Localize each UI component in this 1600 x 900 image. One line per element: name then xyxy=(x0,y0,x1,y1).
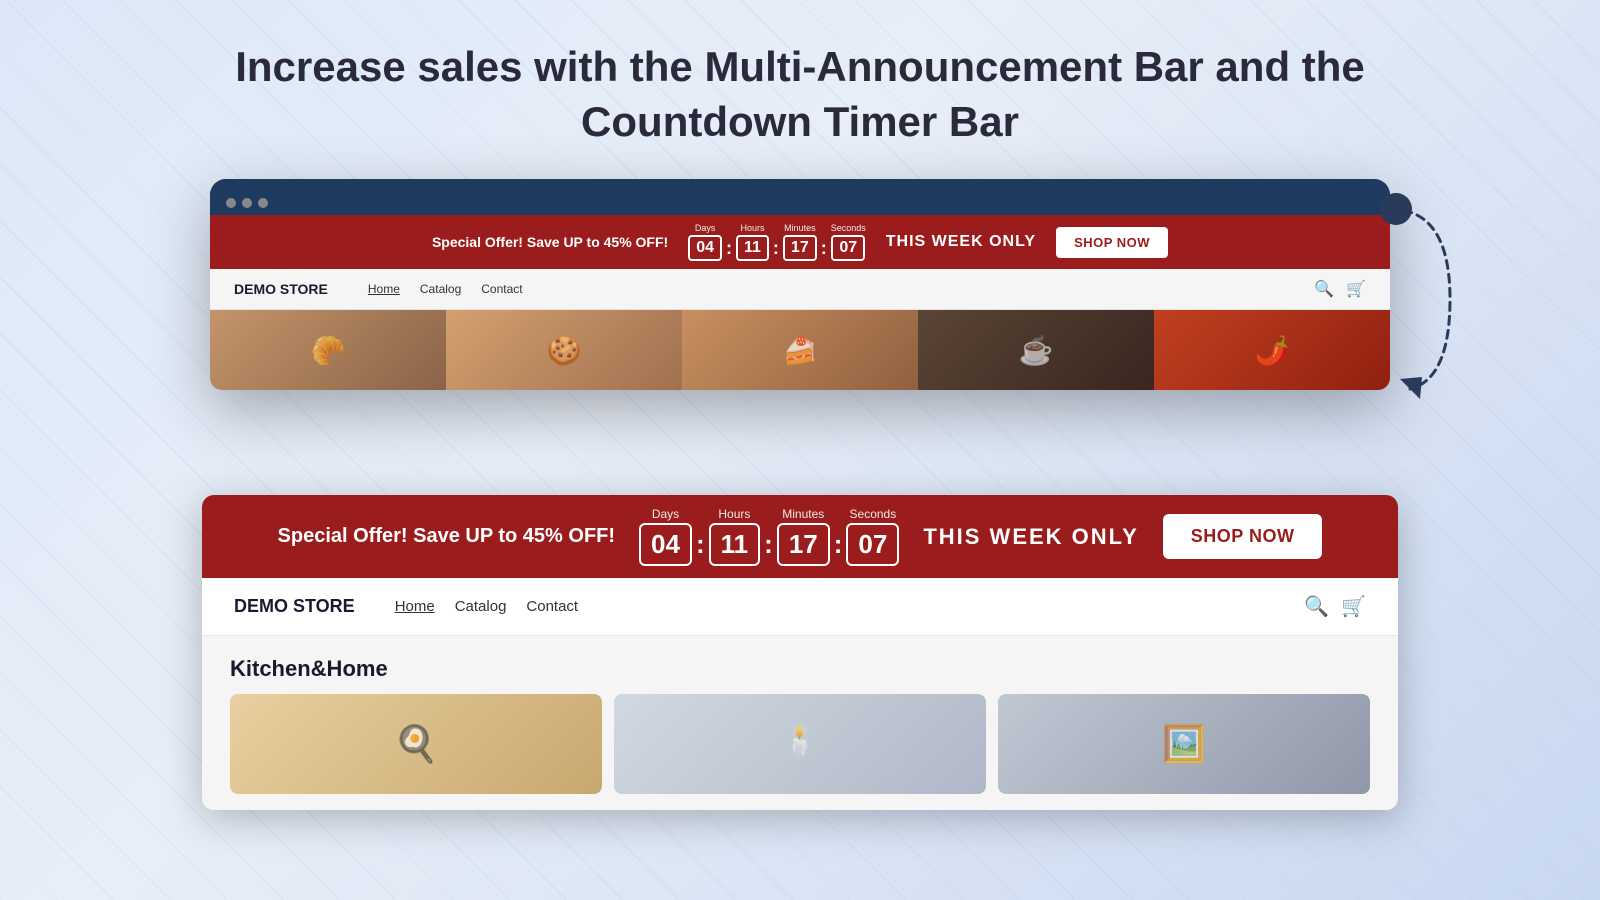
hours-label-small: Hours xyxy=(740,223,764,233)
product-card-2: 🕯️ xyxy=(614,694,986,794)
store-name-small: DEMO STORE xyxy=(234,281,328,297)
nav-icons-small: 🔍 🛒 xyxy=(1314,279,1366,299)
week-only-large: THIS WEEK ONLY xyxy=(923,524,1138,550)
days-label-large: Days xyxy=(652,507,679,521)
food-emoji-2: 🍪 xyxy=(547,334,582,367)
days-unit-large: Days 04 xyxy=(639,507,692,566)
title-bold: Increase sales xyxy=(235,43,522,90)
food-item-4: ☕ xyxy=(918,310,1154,390)
cart-icon-large[interactable]: 🛒 xyxy=(1341,594,1366,619)
nav-link-home-large[interactable]: Home xyxy=(395,598,435,615)
food-strip: 🥐 🍪 🍰 ☕ 🌶️ xyxy=(210,310,1390,390)
seconds-unit-large: Seconds 07 xyxy=(846,507,899,566)
announcement-bar-large: Special Offer! Save UP to 45% OFF! Days … xyxy=(202,495,1398,578)
food-item-1: 🥐 xyxy=(210,310,446,390)
announcement-bar-small: Special Offer! Save UP to 45% OFF! Days … xyxy=(210,215,1390,269)
food-emoji-4: ☕ xyxy=(1019,334,1054,367)
nav-links-small: Home Catalog Contact xyxy=(368,282,1290,296)
nav-link-home-small[interactable]: Home xyxy=(368,282,400,296)
product-grid: 🍳 🕯️ 🖼️ xyxy=(230,694,1370,794)
week-only-small: THIS WEEK ONLY xyxy=(886,233,1036,251)
countdown-large: Days 04 : Hours 11 : Minutes 17 : xyxy=(639,507,899,566)
minutes-unit-small: Minutes 17 xyxy=(783,223,817,261)
cart-icon-small[interactable]: 🛒 xyxy=(1346,279,1366,299)
minutes-value-large: 17 xyxy=(777,523,830,566)
food-item-2: 🍪 xyxy=(446,310,682,390)
product-emoji-3: 🖼️ xyxy=(1162,723,1207,765)
shop-now-button-large[interactable]: SHOP NOW xyxy=(1163,514,1323,559)
dashed-arrow xyxy=(1370,199,1470,399)
product-card-1: 🍳 xyxy=(230,694,602,794)
nav-link-contact-large[interactable]: Contact xyxy=(526,598,578,615)
minutes-label-large: Minutes xyxy=(782,507,824,521)
hours-value-large: 11 xyxy=(709,523,761,566)
days-value-large: 04 xyxy=(639,523,692,566)
offer-text-small: Special Offer! Save UP to 45% OFF! xyxy=(432,234,668,250)
countdown-small: Days 04 : Hours 11 : Minutes 17 xyxy=(688,223,866,261)
nav-bar-large: DEMO STORE Home Catalog Contact 🔍 🛒 xyxy=(202,578,1398,636)
food-emoji-1: 🥐 xyxy=(311,334,346,367)
minutes-value-small: 17 xyxy=(783,235,817,261)
page-title: Increase sales with the Multi-Announceme… xyxy=(155,0,1445,179)
hours-unit-small: Hours 11 xyxy=(736,223,769,261)
food-item-3: 🍰 xyxy=(682,310,918,390)
browser-content: Special Offer! Save UP to 45% OFF! Days … xyxy=(210,215,1390,390)
seconds-value-large: 07 xyxy=(846,523,899,566)
search-icon-large[interactable]: 🔍 xyxy=(1304,594,1329,619)
seconds-unit-small: Seconds 07 xyxy=(831,223,866,261)
offer-text-large: Special Offer! Save UP to 45% OFF! xyxy=(278,525,616,548)
nav-links-large: Home Catalog Contact xyxy=(395,598,1281,615)
mockup-wrapper: Special Offer! Save UP to 45% OFF! Days … xyxy=(210,179,1390,390)
sep1-large: : xyxy=(696,529,705,560)
nav-bar-small: DEMO STORE Home Catalog Contact 🔍 🛒 xyxy=(210,269,1390,310)
product-emoji-1: 🍳 xyxy=(394,723,439,765)
search-icon-small[interactable]: 🔍 xyxy=(1314,279,1334,299)
hours-value-small: 11 xyxy=(736,235,769,261)
minutes-label-small: Minutes xyxy=(784,223,816,233)
food-emoji-5: 🌶️ xyxy=(1255,334,1290,367)
days-unit-small: Days 04 xyxy=(688,223,722,261)
days-label-small: Days xyxy=(695,223,716,233)
nav-icons-large: 🔍 🛒 xyxy=(1304,594,1366,619)
title-rest: with the Multi-Announcement Bar and the xyxy=(522,43,1364,90)
nav-link-catalog-small[interactable]: Catalog xyxy=(420,282,461,296)
kitchen-title: Kitchen&Home xyxy=(230,656,1370,682)
food-emoji-3: 🍰 xyxy=(783,334,818,367)
seconds-label-large: Seconds xyxy=(850,507,897,521)
seconds-value-small: 07 xyxy=(831,235,865,261)
browser-dot-2 xyxy=(242,198,252,208)
circle-dot xyxy=(1380,193,1412,225)
hours-label-large: Hours xyxy=(718,507,750,521)
sep2-large: : xyxy=(764,529,773,560)
kitchen-section: Kitchen&Home 🍳 🕯️ 🖼️ xyxy=(202,636,1398,810)
title-line2: Countdown Timer Bar xyxy=(581,98,1019,145)
product-card-3: 🖼️ xyxy=(998,694,1370,794)
minutes-unit-large: Minutes 17 xyxy=(777,507,830,566)
seconds-label-small: Seconds xyxy=(831,223,866,233)
popup-overlay: Special Offer! Save UP to 45% OFF! Days … xyxy=(202,495,1398,810)
browser-dot-3 xyxy=(258,198,268,208)
product-emoji-2: 🕯️ xyxy=(778,723,823,765)
sep2-small: : xyxy=(773,238,779,259)
nav-link-catalog-large[interactable]: Catalog xyxy=(455,598,507,615)
sep3-small: : xyxy=(821,238,827,259)
sep1-small: : xyxy=(726,238,732,259)
sep3-large: : xyxy=(834,529,843,560)
shop-now-button-small[interactable]: SHOP NOW xyxy=(1056,227,1168,258)
main-content: Increase sales with the Multi-Announceme… xyxy=(0,0,1600,390)
store-name-large: DEMO STORE xyxy=(234,596,355,617)
browser-chrome xyxy=(210,179,1390,215)
browser-dot-1 xyxy=(226,198,236,208)
hours-unit-large: Hours 11 xyxy=(709,507,761,566)
days-value-small: 04 xyxy=(688,235,722,261)
nav-link-contact-small[interactable]: Contact xyxy=(481,282,522,296)
food-item-5: 🌶️ xyxy=(1154,310,1390,390)
browser-mockup: Special Offer! Save UP to 45% OFF! Days … xyxy=(210,179,1390,390)
